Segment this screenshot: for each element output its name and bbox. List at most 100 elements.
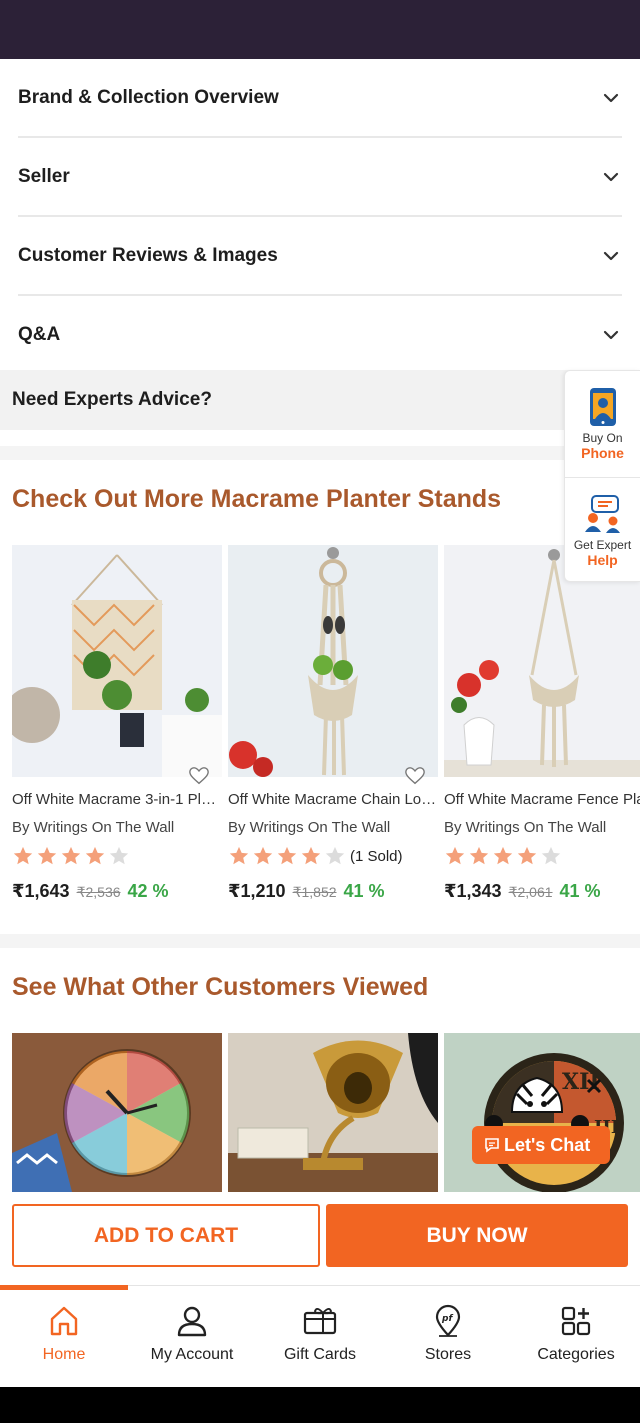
floating-help-widget: Buy On Phone Get Expert Help bbox=[564, 370, 640, 582]
star-empty-icon bbox=[325, 846, 345, 865]
accordion-qa[interactable]: Q&A bbox=[18, 296, 622, 375]
more-products-carousel[interactable]: Off White Macrame 3-in-1 Planter Stand B… bbox=[12, 545, 640, 902]
star-filled-icon bbox=[13, 846, 33, 865]
categories-icon bbox=[561, 1306, 591, 1336]
price-line: ₹1,210 ₹1,852 41 % bbox=[228, 881, 438, 902]
sale-price: ₹1,643 bbox=[12, 881, 70, 901]
lets-chat-button[interactable]: Let's Chat bbox=[472, 1126, 610, 1164]
accordion-seller[interactable]: Seller bbox=[18, 138, 622, 217]
experts-advice-bar[interactable]: Need Experts Advice? bbox=[0, 370, 640, 430]
mrp-price: ₹1,852 bbox=[292, 884, 337, 900]
product-brand: By Writings On The Wall bbox=[444, 819, 607, 836]
mascot-icon bbox=[485, 1076, 602, 1130]
product-name: Off White Macrame Fence Planter Hanger bbox=[444, 791, 640, 808]
star-filled-icon bbox=[517, 846, 537, 865]
chat-icon bbox=[485, 1138, 499, 1153]
star-filled-icon bbox=[493, 846, 513, 865]
chevron-down-icon bbox=[603, 93, 619, 102]
star-empty-icon bbox=[541, 846, 561, 865]
viewed-products-title: See What Other Customers Viewed bbox=[12, 973, 429, 1001]
nav-label: My Account bbox=[150, 1346, 234, 1363]
star-filled-icon bbox=[301, 846, 321, 865]
price-line: ₹1,343 ₹2,061 41 % bbox=[444, 881, 640, 902]
product-name: Off White Macrame Chain Long Planter Han… bbox=[228, 791, 438, 808]
sale-price: ₹1,343 bbox=[444, 881, 502, 901]
accordion-customer-reviews[interactable]: Customer Reviews & Images bbox=[18, 217, 622, 296]
accordion-label: Brand & Collection Overview bbox=[18, 86, 279, 108]
rating-stars bbox=[12, 845, 222, 867]
gift-card-icon bbox=[303, 1308, 337, 1335]
star-filled-icon bbox=[61, 846, 81, 865]
system-navigation-bar bbox=[0, 1387, 640, 1423]
rating-stars: (1 Sold) bbox=[228, 845, 438, 867]
nav-stores[interactable]: pf Stores bbox=[384, 1286, 512, 1387]
star-filled-icon bbox=[277, 846, 297, 865]
mrp-price: ₹2,061 bbox=[508, 884, 553, 900]
nav-gift-cards[interactable]: Gift Cards bbox=[256, 1286, 384, 1387]
section-divider bbox=[0, 934, 640, 948]
chevron-down-icon bbox=[603, 330, 619, 339]
product-brand: By Writings On The Wall bbox=[12, 819, 175, 836]
product-card[interactable]: Off White Macrame Fence Planter Hanger B… bbox=[444, 545, 640, 902]
rating-stars bbox=[444, 845, 640, 867]
nav-categories[interactable]: Categories bbox=[512, 1286, 640, 1387]
experts-advice-label: Need Experts Advice? bbox=[12, 389, 212, 410]
chevron-down-icon bbox=[603, 251, 619, 260]
sold-count: (1 Sold) bbox=[350, 847, 403, 865]
nav-label: Categories bbox=[537, 1346, 615, 1363]
star-filled-icon bbox=[469, 846, 489, 865]
buy-now-button[interactable]: BUY NOW bbox=[326, 1204, 628, 1267]
star-filled-icon bbox=[253, 846, 273, 865]
discount-percent: 41 % bbox=[343, 881, 385, 901]
product-brand: By Writings On The Wall bbox=[228, 819, 391, 836]
help-label: Help bbox=[587, 551, 618, 568]
nav-home[interactable]: Home bbox=[0, 1286, 128, 1387]
product-info-accordion: Brand & Collection Overview Seller Custo… bbox=[0, 59, 640, 375]
product-image bbox=[228, 545, 438, 777]
product-image bbox=[12, 545, 222, 777]
active-tab-indicator bbox=[0, 1285, 128, 1290]
discount-percent: 41 % bbox=[559, 881, 601, 901]
wishlist-heart-icon[interactable] bbox=[404, 765, 426, 787]
accordion-label: Seller bbox=[18, 165, 70, 187]
phone-label: Phone bbox=[581, 445, 624, 461]
add-to-cart-button[interactable]: ADD TO CART bbox=[12, 1204, 320, 1267]
bottom-navigation: Home My Account Gift Cards pf Stores Cat… bbox=[0, 1285, 640, 1387]
mrp-price: ₹2,536 bbox=[76, 884, 121, 900]
product-name: Off White Macrame 3-in-1 Planter Stand bbox=[12, 791, 222, 808]
get-expert-label: Get Expert bbox=[573, 537, 632, 552]
nav-label: Stores bbox=[424, 1346, 472, 1363]
phone-icon bbox=[589, 388, 616, 426]
viewed-product-image[interactable] bbox=[228, 1033, 438, 1192]
nav-my-account[interactable]: My Account bbox=[128, 1286, 256, 1387]
accordion-label: Q&A bbox=[18, 323, 61, 345]
buy-on-phone-button[interactable]: Buy On Phone bbox=[565, 371, 640, 477]
viewed-product-image[interactable] bbox=[12, 1033, 222, 1192]
star-empty-icon bbox=[109, 846, 129, 865]
star-filled-icon bbox=[229, 846, 249, 865]
nav-label: Home bbox=[42, 1346, 86, 1363]
chevron-down-icon bbox=[603, 172, 619, 181]
accordion-brand-overview[interactable]: Brand & Collection Overview bbox=[18, 59, 622, 138]
nav-label: Gift Cards bbox=[283, 1346, 356, 1363]
store-pin-icon: pf bbox=[435, 1304, 461, 1337]
wishlist-heart-icon[interactable] bbox=[188, 765, 210, 787]
svg-text:pf: pf bbox=[441, 1314, 453, 1324]
section-divider bbox=[0, 446, 640, 460]
more-products-title: Check Out More Macrame Planter Stands bbox=[12, 485, 502, 513]
lets-chat-widget[interactable]: Let's Chat bbox=[472, 1074, 622, 1166]
price-line: ₹1,643 ₹2,536 42 % bbox=[12, 881, 222, 902]
product-card[interactable]: Off White Macrame Chain Long Planter Han… bbox=[228, 545, 438, 902]
status-bar bbox=[0, 0, 640, 59]
accordion-label: Customer Reviews & Images bbox=[18, 244, 278, 266]
product-card[interactable]: Off White Macrame 3-in-1 Planter Stand B… bbox=[12, 545, 222, 902]
expert-chat-icon bbox=[584, 494, 620, 533]
user-icon bbox=[177, 1306, 207, 1337]
star-filled-icon bbox=[445, 846, 465, 865]
sale-price: ₹1,210 bbox=[228, 881, 286, 901]
discount-percent: 42 % bbox=[127, 881, 169, 901]
buy-on-label: Buy On bbox=[582, 431, 623, 445]
star-filled-icon bbox=[85, 846, 105, 865]
lets-chat-label: Let's Chat bbox=[504, 1134, 591, 1155]
get-expert-help-button[interactable]: Get Expert Help bbox=[565, 477, 640, 583]
